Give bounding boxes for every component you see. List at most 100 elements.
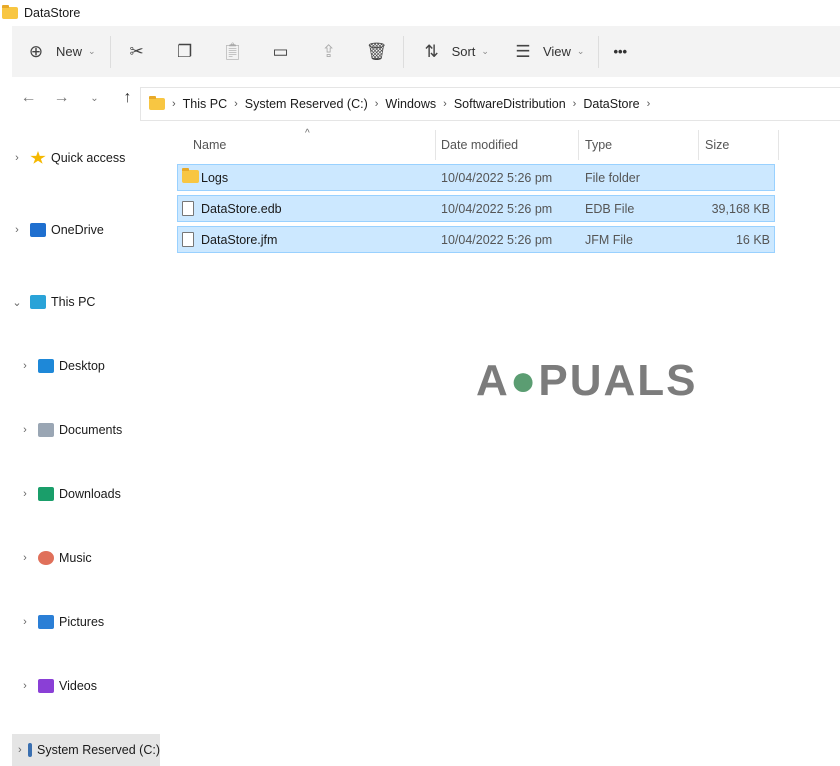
column-divider xyxy=(578,130,579,160)
file-date: 10/04/2022 5:26 pm xyxy=(441,201,553,216)
divider xyxy=(598,35,600,68)
more-button[interactable]: ••• xyxy=(603,35,637,69)
chevron-right-icon[interactable]: › xyxy=(18,360,32,372)
divider xyxy=(402,35,404,68)
chevron-down-icon: ⌄ xyxy=(481,46,489,56)
videos-icon xyxy=(38,679,54,693)
computer-icon xyxy=(30,295,46,309)
address-bar[interactable]: › This PC › System Reserved (C:) › Windows … xyxy=(140,87,840,121)
chevron-right-icon[interactable]: › xyxy=(18,424,32,436)
rename-icon[interactable]: ▭ xyxy=(267,42,295,62)
sidebar-item-desktop[interactable]: › Desktop xyxy=(0,350,160,382)
view-button[interactable]: ☰ View ⌄ xyxy=(499,35,595,69)
file-type: File folder xyxy=(585,170,640,185)
sidebar-item-label: This PC xyxy=(51,295,96,309)
chevron-right-icon[interactable]: › xyxy=(18,744,22,756)
onedrive-icon xyxy=(30,223,46,237)
chevron-right-icon[interactable]: › xyxy=(18,680,32,692)
sidebar-item-label: Downloads xyxy=(59,487,121,501)
sidebar-item-label: Quick access xyxy=(51,151,126,165)
column-header-size[interactable]: Size xyxy=(705,130,729,160)
documents-icon xyxy=(38,423,54,437)
sidebar-item-label: Documents xyxy=(59,423,123,437)
sidebar-item-videos[interactable]: › Videos xyxy=(0,670,160,702)
forward-icon[interactable]: → xyxy=(45,89,78,107)
sidebar-item-documents[interactable]: › Documents xyxy=(0,414,160,446)
chevron-down-icon: ⌄ xyxy=(88,46,96,56)
file-name: Logs xyxy=(201,170,229,185)
sort-ascending-icon: ^ xyxy=(305,128,310,139)
file-size: 39,168 KB xyxy=(711,201,770,216)
delete-icon[interactable]: 🗑︎ xyxy=(363,42,391,62)
new-button[interactable]: ⊕ New ⌄ xyxy=(12,35,106,69)
column-divider xyxy=(778,130,779,160)
sidebar-item-system-reserved-c[interactable]: › System Reserved (C:) xyxy=(12,734,160,766)
pictures-icon xyxy=(38,615,54,629)
column-divider xyxy=(435,130,436,160)
file-row[interactable]: DataStore.edb 10/04/2022 5:26 pm EDB Fil… xyxy=(177,195,775,222)
desktop-icon xyxy=(38,359,54,373)
chevron-right-icon[interactable]: › xyxy=(18,488,32,500)
file-name: DataStore.edb xyxy=(201,201,282,216)
file-type: JFM File xyxy=(585,232,633,247)
breadcrumb[interactable]: System Reserved (C:) xyxy=(245,97,368,111)
file-type: EDB File xyxy=(585,201,635,216)
divider xyxy=(109,35,111,68)
column-header-name[interactable]: Name xyxy=(193,130,226,160)
sidebar-item-this-pc[interactable]: ⌄ This PC xyxy=(0,286,160,318)
copy-icon[interactable]: ❐ xyxy=(171,42,199,62)
navigation-pane: › Quick access › OneDrive ⌄ This PC › Desktop › D… xyxy=(0,140,160,766)
breadcrumb[interactable]: DataStore xyxy=(583,97,639,111)
breadcrumb[interactable]: Windows xyxy=(385,97,436,111)
sidebar-item-label: Music xyxy=(59,551,92,565)
music-icon xyxy=(38,551,54,565)
paste-icon[interactable]: 📋︎ xyxy=(219,42,247,62)
cut-icon[interactable]: ✂ xyxy=(123,42,151,62)
folder-icon xyxy=(149,96,165,110)
sort-button[interactable]: ⇅ Sort ⌄ xyxy=(408,35,499,69)
file-row[interactable]: Logs 10/04/2022 5:26 pm File folder xyxy=(177,164,775,191)
star-icon xyxy=(30,151,46,164)
file-name: DataStore.jfm xyxy=(201,232,278,247)
sort-icon: ⇅ xyxy=(424,41,439,61)
window-title: DataStore xyxy=(24,5,81,20)
view-icon: ☰ xyxy=(515,41,531,61)
sidebar-item-label: Pictures xyxy=(59,615,105,629)
column-header-date[interactable]: Date modified xyxy=(441,130,518,160)
recent-chevron-icon[interactable]: ⌄ xyxy=(78,93,111,104)
appuals-watermark-logo: A●PUALS xyxy=(476,356,698,405)
file-size: 16 KB xyxy=(735,232,770,247)
sidebar-item-onedrive[interactable]: › OneDrive xyxy=(0,214,160,246)
plus-circle-icon: ⊕ xyxy=(28,41,44,61)
chevron-right-icon[interactable]: › xyxy=(10,224,24,236)
folder-icon xyxy=(182,168,199,186)
download-icon xyxy=(38,487,54,501)
share-icon[interactable]: ⇪ xyxy=(315,42,343,62)
nav-buttons: ← → ⌄ ↑ xyxy=(12,89,144,107)
sidebar-item-pictures[interactable]: › Pictures xyxy=(0,606,160,638)
chevron-right-icon[interactable]: › xyxy=(10,152,24,164)
command-bar: ⊕ New ⌄ ✂ ❐ 📋︎ ▭ ⇪ 🗑︎ ⇅ Sort ⌄ ☰ View ⌄ ••• xyxy=(12,26,840,77)
back-icon[interactable]: ← xyxy=(12,89,45,107)
title-bar: DataStore xyxy=(0,0,840,25)
sidebar-item-label: Desktop xyxy=(59,359,105,373)
chevron-right-icon[interactable]: › xyxy=(18,616,32,628)
file-icon xyxy=(182,232,194,250)
sidebar-item-downloads[interactable]: › Downloads xyxy=(0,478,160,510)
sidebar-item-label: Videos xyxy=(59,679,97,693)
file-row[interactable]: DataStore.jfm 10/04/2022 5:26 pm JFM Fil… xyxy=(177,226,775,253)
sidebar-item-music[interactable]: › Music xyxy=(0,542,160,574)
file-icon xyxy=(182,201,194,219)
column-divider xyxy=(698,130,699,160)
sidebar-item-label: System Reserved (C:) xyxy=(37,743,160,757)
folder-icon xyxy=(2,4,18,19)
breadcrumb[interactable]: SoftwareDistribution xyxy=(454,97,566,111)
breadcrumb[interactable]: This PC xyxy=(183,97,227,111)
sidebar-item-quick-access[interactable]: › Quick access xyxy=(0,142,160,174)
chevron-right-icon[interactable]: › xyxy=(18,552,32,564)
chevron-down-icon[interactable]: ⌄ xyxy=(10,296,24,309)
sidebar-item-label: OneDrive xyxy=(51,223,104,237)
column-header-type[interactable]: Type xyxy=(585,130,612,160)
file-date: 10/04/2022 5:26 pm xyxy=(441,232,553,247)
drive-icon xyxy=(27,743,33,757)
